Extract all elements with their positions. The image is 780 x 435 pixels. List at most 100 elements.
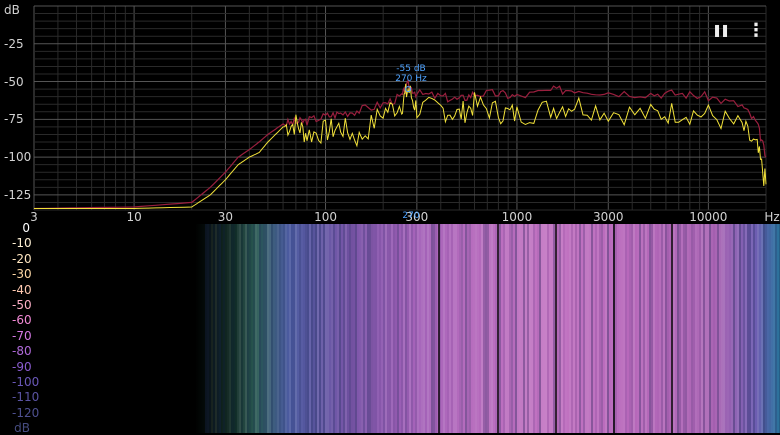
spectrogram-streak [495, 224, 497, 433]
spectrogram-streak [441, 224, 443, 433]
spectrogram-streak [407, 224, 409, 433]
spectrogram-streak [463, 224, 465, 433]
spectrogram-streak [237, 224, 239, 433]
y-tick-label: -75 [4, 112, 24, 127]
spectrogram-streak [479, 224, 481, 433]
spectrogram-streak [575, 224, 577, 433]
spectrogram-streak [705, 224, 707, 433]
spectrogram-streak [451, 224, 453, 433]
spectrogram-streak [501, 224, 503, 433]
spectrogram-streak [225, 224, 227, 433]
spectrogram-display[interactable] [0, 224, 780, 433]
spectrogram-streak [511, 224, 513, 433]
spectrogram-streak [443, 224, 445, 433]
more-options-button[interactable]: ⋮ [745, 18, 767, 42]
color-scale-tick-label: -40 [12, 282, 32, 297]
spectrogram-streak [753, 224, 755, 433]
spectrogram-streak [231, 224, 233, 433]
spectrogram-streak [681, 224, 683, 433]
spectrogram-streak [461, 224, 463, 433]
spectrogram-streak [619, 224, 621, 433]
spectrogram-streak [677, 224, 679, 433]
spectrogram-streak [633, 224, 635, 433]
spectrum-plot[interactable] [0, 0, 780, 222]
spectrogram-streak [599, 224, 601, 433]
spectrogram-streak [489, 224, 491, 433]
spectrogram-streak [689, 224, 691, 433]
spectrogram-streak [515, 224, 517, 433]
spectrogram-streak [333, 224, 335, 433]
spectrogram-streak [601, 224, 603, 433]
spectrogram-streak [435, 224, 437, 433]
spectrogram-streak [683, 224, 685, 433]
color-scale-tick-label: -20 [12, 251, 32, 266]
spectrogram-streak [361, 224, 363, 433]
spectrogram-streak [355, 224, 357, 433]
spectrogram-streak [565, 224, 567, 433]
color-scale-tick-label: -110 [12, 390, 40, 405]
spectrogram-streak [475, 224, 477, 433]
spectrogram-streak [603, 224, 605, 433]
spectrogram-streak [759, 224, 761, 433]
spectrogram-streak [453, 224, 455, 433]
spectrogram-streak [383, 224, 385, 433]
spectrogram-streak [403, 224, 405, 433]
spectrogram-streak [343, 224, 345, 433]
spectrogram-streak [693, 224, 695, 433]
spectrogram-streak [395, 224, 397, 433]
spectrogram-streak [347, 224, 349, 433]
spectrogram-streak [243, 224, 245, 433]
spectrogram-streak [777, 224, 779, 433]
spectrogram-streak [433, 224, 435, 433]
spectrogram-streak [591, 224, 593, 433]
spectrogram-streak [507, 224, 509, 433]
spectrogram-streak [307, 224, 309, 433]
spectrogram-streak [211, 224, 213, 433]
spectrogram-streak [459, 224, 461, 433]
spectrogram-streak [703, 224, 705, 433]
spectrogram-streak [717, 224, 719, 433]
spectrogram-streak [773, 224, 775, 433]
spectrogram-streak [727, 224, 729, 433]
spectrogram-streak [431, 224, 433, 433]
spectrogram-streak [635, 224, 637, 433]
spectrogram-streak [329, 224, 331, 433]
spectrogram-streak [537, 224, 539, 433]
spectrogram-streak [289, 224, 291, 433]
pause-button[interactable]: ❚❚ [709, 18, 731, 42]
spectrogram-streak [659, 224, 661, 433]
spectrogram-streak [523, 224, 525, 433]
spectrogram-streak [567, 224, 569, 433]
spectrogram-streak [509, 224, 511, 433]
spectrogram-streak [721, 224, 723, 433]
spectrogram-streak [373, 224, 375, 433]
spectrogram-streak [335, 224, 337, 433]
x-tick-label: 10 [126, 210, 142, 224]
spectrogram-streak [731, 224, 733, 433]
spectrogram-streak [607, 224, 609, 433]
spectrogram-streak [719, 224, 721, 433]
current-spectrum-series-line [34, 83, 767, 209]
spectrogram-streak [309, 224, 311, 433]
spectrogram-streak [629, 224, 631, 433]
spectrogram-streak [743, 224, 745, 433]
spectrogram-streak [371, 224, 373, 433]
spectrogram-streak [667, 224, 669, 433]
spectrogram-streak [547, 224, 549, 433]
spectrogram-streak [527, 224, 529, 433]
spectrogram-streak [393, 224, 395, 433]
color-scale-tick-label: -80 [12, 344, 32, 359]
spectrogram-streak [321, 224, 323, 433]
spectrogram-streak [325, 224, 327, 433]
spectrogram-streak [711, 224, 713, 433]
spectrogram-streak [205, 224, 207, 433]
spectrogram-streak [637, 224, 639, 433]
spectrogram-streak [581, 224, 583, 433]
spectrogram-streak [529, 224, 531, 433]
spectrogram-streak [755, 224, 757, 433]
spectrogram-streak [487, 224, 489, 433]
spectrogram-streak [499, 224, 501, 433]
spectrogram-streak [587, 224, 589, 433]
spectrogram-streak [305, 224, 307, 433]
x-tick-label: 1000 [501, 210, 533, 224]
